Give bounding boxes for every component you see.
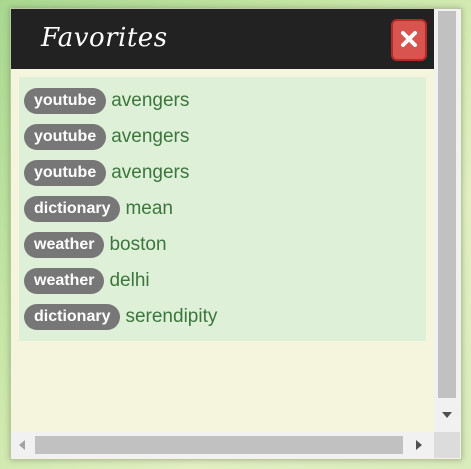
favorites-content: youtube avengers youtube avengers youtub…: [11, 69, 434, 432]
favorite-item[interactable]: weather delhi: [19, 263, 426, 299]
favorite-item[interactable]: youtube avengers: [19, 83, 426, 119]
search-query: serendipity: [125, 306, 218, 327]
horizontal-scroll-thumb[interactable]: [35, 436, 403, 454]
favorite-item[interactable]: dictionary serendipity: [19, 299, 426, 335]
favorite-item[interactable]: youtube avengers: [19, 155, 426, 191]
source-tag: youtube: [24, 160, 107, 186]
source-tag: youtube: [24, 88, 107, 114]
vertical-scrollbar[interactable]: [434, 9, 460, 432]
favorites-list: youtube avengers youtube avengers youtub…: [19, 77, 426, 341]
scroll-down-arrow-icon[interactable]: [442, 412, 452, 418]
scroll-left-arrow-icon[interactable]: [19, 440, 25, 450]
source-tag: weather: [24, 232, 105, 258]
horizontal-scrollbar[interactable]: [11, 432, 434, 458]
close-button[interactable]: [391, 19, 427, 61]
title-bar: Favorites: [11, 9, 434, 69]
vertical-scroll-thumb[interactable]: [438, 11, 456, 398]
close-icon: [401, 31, 417, 47]
favorite-item[interactable]: youtube avengers: [19, 119, 426, 155]
search-query: boston: [109, 234, 167, 255]
search-query: avengers: [111, 90, 190, 111]
favorite-item[interactable]: weather boston: [19, 227, 426, 263]
source-tag: dictionary: [24, 304, 121, 330]
search-query: avengers: [111, 162, 190, 183]
source-tag: weather: [24, 268, 105, 294]
search-query: avengers: [111, 126, 190, 147]
favorites-window: Favorites youtube avengers youtube aveng…: [10, 8, 462, 460]
search-query: mean: [125, 198, 173, 219]
source-tag: youtube: [24, 124, 107, 150]
favorite-item[interactable]: dictionary mean: [19, 191, 426, 227]
window-title: Favorites: [41, 23, 168, 53]
source-tag: dictionary: [24, 196, 121, 222]
scroll-right-arrow-icon[interactable]: [416, 440, 422, 450]
scrollbar-corner: [434, 432, 460, 458]
search-query: delhi: [109, 270, 150, 291]
